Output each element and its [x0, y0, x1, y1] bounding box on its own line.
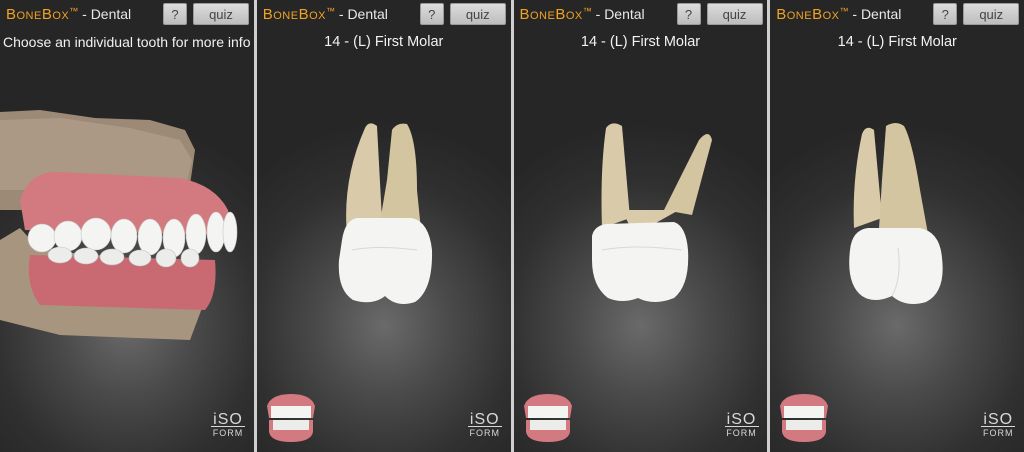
brand-name: BoneBox [6, 6, 70, 23]
jaw-thumbnail-button[interactable] [520, 392, 576, 444]
panel-jaw-overview: BoneBox™ - Dental ? quiz Choose an indiv… [0, 0, 254, 452]
molar-model[interactable] [514, 100, 768, 360]
logo-bottom: FORM [469, 428, 500, 438]
app-strip: BoneBox™ - Dental ? quiz Choose an indiv… [0, 0, 1024, 452]
brand-name: BoneBox [519, 6, 583, 23]
molar-model[interactable] [770, 100, 1024, 360]
help-button[interactable]: ? [163, 3, 187, 25]
app-brand: BoneBox™ - Dental [520, 6, 645, 23]
quiz-button[interactable]: quiz [963, 3, 1020, 25]
logo-top: iSO [981, 412, 1016, 428]
panel-molar-view-3: BoneBox™ - Dental ? quiz 14 - (L) First … [770, 0, 1024, 452]
logo-bottom: FORM [212, 428, 244, 438]
help-button[interactable]: ? [419, 3, 444, 25]
instruction-text: Choose an individual tooth for more info [3, 34, 251, 50]
header-bar: BoneBox™ - Dental ? quiz [0, 0, 254, 28]
trademark: ™ [69, 6, 79, 16]
brand-suffix: - Dental [591, 6, 645, 22]
brand-suffix: - Dental [78, 6, 132, 22]
trademark: ™ [582, 6, 592, 16]
brand-name: BoneBox [776, 6, 840, 23]
panel-molar-view-1: BoneBox™ - Dental ? quiz 14 - (L) First … [256, 0, 511, 452]
tooth-title: 14 - (L) First Molar [580, 34, 701, 50]
logo-top: iSO [467, 412, 502, 428]
trademark: ™ [839, 6, 849, 16]
app-brand: BoneBox™ - Dental [6, 6, 131, 23]
jaw-thumbnail-button[interactable] [263, 392, 319, 444]
help-button[interactable]: ? [676, 3, 701, 25]
header-bar: BoneBox™ - Dental ? quiz [257, 0, 511, 28]
brand-suffix: - Dental [335, 6, 388, 22]
isoform-logo: iSO FORM [724, 412, 759, 444]
quiz-button[interactable]: quiz [193, 3, 249, 25]
tooth-title: 14 - (L) First Molar [324, 34, 444, 50]
jaw-model[interactable] [0, 100, 254, 360]
molar-model[interactable] [257, 100, 511, 360]
help-button[interactable]: ? [933, 3, 958, 25]
logo-bottom: FORM [726, 428, 757, 438]
logo-top: iSO [211, 412, 245, 428]
quiz-button[interactable]: quiz [449, 3, 506, 25]
logo-top: iSO [724, 412, 759, 428]
isoform-logo: iSO FORM [467, 412, 502, 444]
header-bar: BoneBox™ - Dental ? quiz [770, 0, 1024, 28]
panel-molar-view-2: BoneBox™ - Dental ? quiz 14 - (L) First … [513, 0, 768, 452]
quiz-button[interactable]: quiz [706, 3, 763, 25]
isoform-logo: iSO FORM [211, 412, 245, 444]
jaw-thumbnail-button[interactable] [776, 392, 832, 444]
isoform-logo: iSO FORM [981, 412, 1016, 444]
tooth-title: 14 - (L) First Molar [837, 34, 957, 50]
app-brand: BoneBox™ - Dental [776, 6, 901, 23]
app-brand: BoneBox™ - Dental [263, 6, 388, 23]
brand-suffix: - Dental [848, 6, 902, 22]
trademark: ™ [326, 6, 335, 16]
header-bar: BoneBox™ - Dental ? quiz [514, 0, 768, 28]
brand-name: BoneBox [262, 6, 326, 23]
logo-bottom: FORM [983, 428, 1014, 438]
